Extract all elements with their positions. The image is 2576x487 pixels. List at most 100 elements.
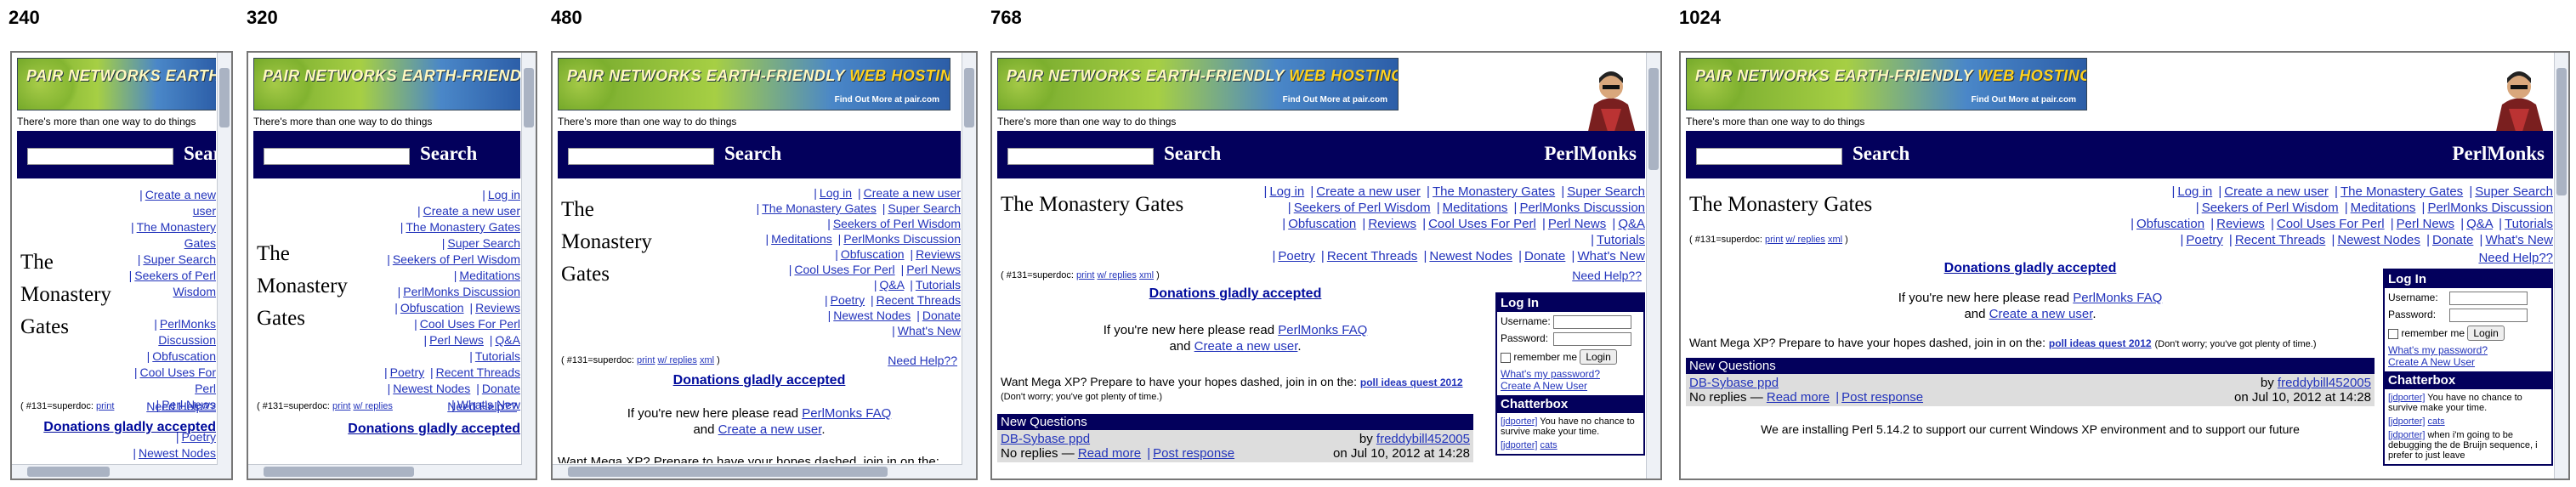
post-response-link[interactable]: Post response xyxy=(1153,446,1234,461)
nav-super-search[interactable]: Super Search xyxy=(1567,184,1645,199)
print-link[interactable]: print xyxy=(637,355,655,365)
nav-cool-uses[interactable]: Cool Uses For Perl xyxy=(420,317,520,331)
create-user-link[interactable]: Create a new user xyxy=(1194,339,1298,354)
chat-user-link[interactable]: [jdporter] xyxy=(1501,416,1537,427)
nav-meditations[interactable]: Meditations xyxy=(1443,201,1508,215)
nav-tutorials[interactable]: Tutorials xyxy=(475,349,520,363)
xml-link[interactable]: xml xyxy=(700,355,714,365)
nav-login[interactable]: Log in xyxy=(820,186,852,200)
nav-perl-news[interactable]: Perl News xyxy=(429,333,484,347)
nav-login[interactable]: Log in xyxy=(488,188,520,201)
password-field[interactable] xyxy=(1553,332,1631,346)
author-link[interactable]: freddybill452005 xyxy=(1376,432,1470,446)
pair-banner[interactable]: PAIR NETWORKS EARTH-FRIENDLY WEB HOSTING… xyxy=(997,58,1399,110)
pair-banner[interactable]: PAIR NETWORKS EARTH-FRIENDLY xyxy=(17,58,216,110)
login-button[interactable]: Login xyxy=(2467,326,2505,341)
nav-seekers[interactable]: Seekers of Perl Wisdom xyxy=(833,217,961,230)
nav-obfuscation[interactable]: Obfuscation xyxy=(2136,217,2204,231)
donations-link[interactable]: Donations gladly accepted xyxy=(1944,261,2117,275)
nav-seekers[interactable]: Seekers of Perl Wisdom xyxy=(134,269,216,298)
vertical-scrollbar[interactable] xyxy=(1646,53,1660,479)
nav-qa[interactable]: Q&A xyxy=(1618,217,1645,231)
create-user-link[interactable]: Create a new user xyxy=(1989,307,2093,321)
nav-qa[interactable]: Q&A xyxy=(2466,217,2493,231)
nav-perlmonks-discussion[interactable]: PerlMonks Discussion xyxy=(1519,201,1645,215)
nav-newest-nodes[interactable]: Newest Nodes xyxy=(1429,249,1512,263)
nav-perl-news[interactable]: Perl News xyxy=(906,263,961,276)
nav-meditations[interactable]: Meditations xyxy=(2351,201,2416,215)
donations-link[interactable]: Donations gladly accepted xyxy=(348,422,520,436)
nav-create-user[interactable]: Create a new user xyxy=(864,186,961,200)
nav-login[interactable]: Log in xyxy=(2177,184,2212,199)
chat-user-link[interactable]: [jdporter] xyxy=(2388,430,2425,440)
nav-donate[interactable]: Donate xyxy=(2432,233,2473,247)
nav-seekers[interactable]: Seekers of Perl Wisdom xyxy=(2202,201,2339,215)
search-button[interactable]: Search xyxy=(184,143,216,165)
author-link[interactable]: freddybill452005 xyxy=(2278,376,2371,390)
read-more-link[interactable]: Read more xyxy=(1078,446,1141,461)
nav-create-user[interactable]: Create a new user xyxy=(423,204,520,218)
search-input[interactable] xyxy=(27,148,173,165)
forgot-password-link[interactable]: What's my password? xyxy=(2388,344,2488,356)
nav-monastery-gates[interactable]: The Monastery Gates xyxy=(406,220,520,234)
nav-super-search[interactable]: Super Search xyxy=(888,201,961,215)
create-new-user-link[interactable]: Create A New User xyxy=(2388,356,2475,368)
question-title-link[interactable]: DB-Sybase ppd xyxy=(1001,432,1090,446)
faq-link[interactable]: PerlMonks FAQ xyxy=(2073,291,2162,305)
donations-link[interactable]: Donations gladly accepted xyxy=(1149,286,1322,301)
chat-user-link[interactable]: [jdporter] xyxy=(2388,416,2425,427)
nav-perlmonks-discussion[interactable]: PerlMonks Discussion xyxy=(403,285,520,298)
nav-reviews[interactable]: Reviews xyxy=(1368,217,1416,231)
nav-recent-threads[interactable]: Recent Threads xyxy=(877,293,961,307)
nav-super-search[interactable]: Super Search xyxy=(2475,184,2553,199)
print-link[interactable]: print xyxy=(332,401,350,411)
remember-checkbox[interactable] xyxy=(1501,352,1511,363)
chat-cats-link[interactable]: cats xyxy=(2427,416,2444,427)
chat-user-link[interactable]: [jdporter] xyxy=(1501,440,1537,450)
pair-banner[interactable]: PAIR NETWORKS EARTH-FRIENDLY WEB HOSTING… xyxy=(1686,58,2087,110)
nav-whats-new[interactable]: What's New xyxy=(2485,233,2553,247)
nav-monastery-gates[interactable]: The Monastery Gates xyxy=(762,201,877,215)
nav-recent-threads[interactable]: Recent Threads xyxy=(1327,249,1417,263)
remember-checkbox[interactable] xyxy=(2388,328,2398,339)
nav-poetry[interactable]: Poetry xyxy=(2186,233,2222,247)
nav-super-search[interactable]: Super Search xyxy=(143,252,216,266)
nav-create-user[interactable]: Create a new user xyxy=(2224,184,2329,199)
nav-meditations[interactable]: Meditations xyxy=(459,269,520,282)
xml-link[interactable]: xml xyxy=(1828,235,1842,245)
nav-monastery-gates[interactable]: The Monastery Gates xyxy=(137,220,216,250)
chat-user-link[interactable]: [jdporter] xyxy=(2388,393,2425,403)
nav-cool-uses[interactable]: Cool Uses For Perl xyxy=(1428,217,1536,231)
faq-link[interactable]: PerlMonks FAQ xyxy=(802,406,891,421)
nav-newest-nodes[interactable]: Newest Nodes xyxy=(2337,233,2420,247)
nav-perlmonks-discussion[interactable]: PerlMonks Discussion xyxy=(843,232,961,246)
nav-poetry[interactable]: Poetry xyxy=(831,293,865,307)
username-field[interactable] xyxy=(2449,292,2528,305)
nav-poetry[interactable]: Poetry xyxy=(390,365,424,379)
nav-super-search[interactable]: Super Search xyxy=(447,236,520,250)
nav-donate[interactable]: Donate xyxy=(482,382,520,395)
nav-seekers[interactable]: Seekers of Perl Wisdom xyxy=(1294,201,1431,215)
nav-tutorials[interactable]: Tutorials xyxy=(1597,233,1645,247)
vertical-scrollbar[interactable] xyxy=(962,53,976,479)
nav-tutorials[interactable]: Tutorials xyxy=(916,278,961,292)
nav-login[interactable]: Log in xyxy=(1269,184,1304,199)
nav-poetry[interactable]: Poetry xyxy=(182,430,216,444)
nav-whats-new[interactable]: What's New xyxy=(153,462,216,463)
replies-link[interactable]: w/ replies xyxy=(1097,270,1136,280)
nav-tutorials[interactable]: Tutorials xyxy=(2505,217,2553,231)
nav-create-user[interactable]: Create a new user xyxy=(1316,184,1421,199)
create-new-user-link[interactable]: Create A New User xyxy=(1501,380,1587,392)
question-title-link[interactable]: DB-Sybase ppd xyxy=(1689,376,1779,390)
nav-newest-nodes[interactable]: Newest Nodes xyxy=(139,446,216,460)
need-help-link[interactable]: Need Help?? xyxy=(447,399,517,413)
nav-obfuscation[interactable]: Obfuscation xyxy=(400,301,464,314)
nav-obfuscation[interactable]: Obfuscation xyxy=(1288,217,1356,231)
search-input[interactable] xyxy=(568,148,714,165)
nav-perl-news[interactable]: Perl News xyxy=(1548,217,1606,231)
search-button[interactable]: Search xyxy=(724,143,781,165)
print-link[interactable]: print xyxy=(1765,235,1783,245)
nav-monastery-gates[interactable]: The Monastery Gates xyxy=(1433,184,1555,199)
nav-cool-uses[interactable]: Cool Uses For Perl xyxy=(2277,217,2385,231)
pair-banner[interactable]: PAIR NETWORKS EARTH-FRIENDLY xyxy=(253,58,520,110)
